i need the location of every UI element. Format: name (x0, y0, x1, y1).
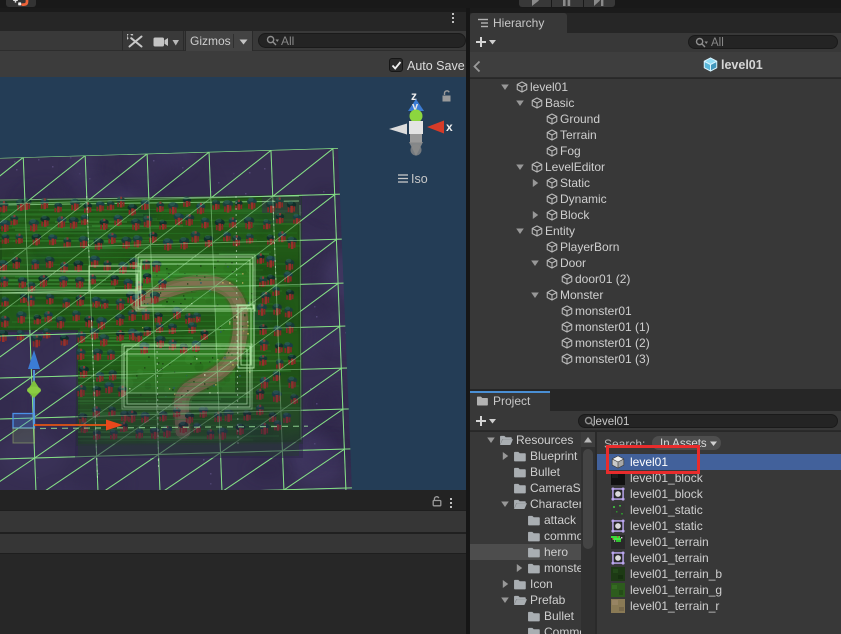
svg-text:Iso: Iso (411, 172, 428, 186)
svg-text:x: x (446, 120, 453, 134)
